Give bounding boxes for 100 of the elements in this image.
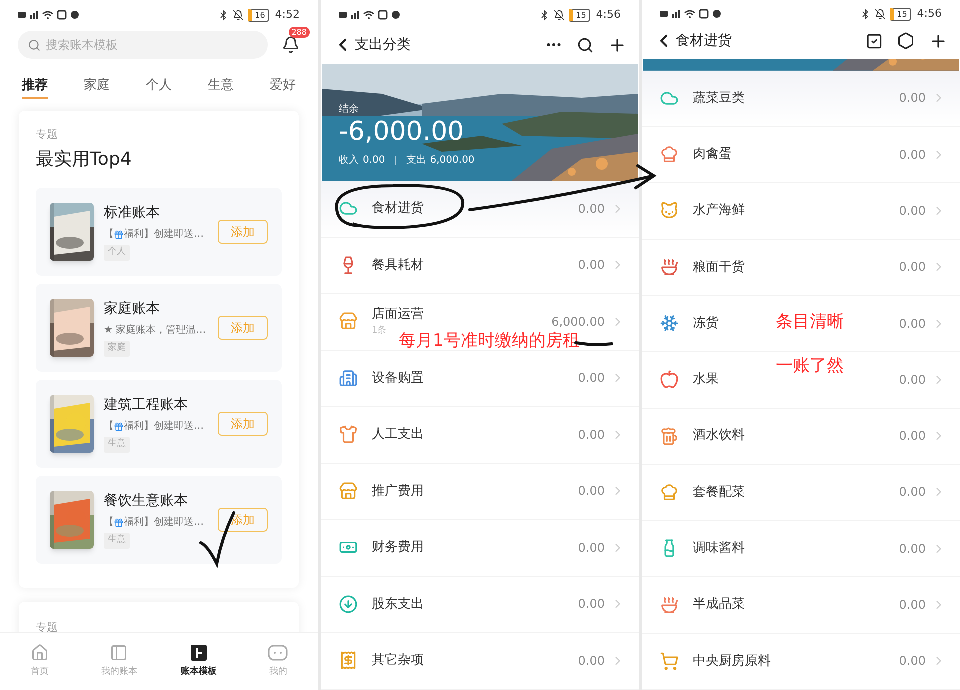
- category-tab[interactable]: 生意: [208, 76, 234, 98]
- settings-icon[interactable]: [897, 32, 915, 50]
- category-row[interactable]: 食材进货 0.00: [321, 181, 639, 238]
- category-amount: 0.00: [899, 372, 926, 389]
- category-tab[interactable]: 爱好: [270, 76, 296, 98]
- category-name: 肉禽蛋: [693, 146, 732, 164]
- battery-indicator: 15: [569, 8, 590, 22]
- gift-icon: [114, 230, 124, 240]
- category-name: 水果: [693, 371, 719, 390]
- expense-amount: 6,000.00: [430, 154, 475, 168]
- category-row[interactable]: 粮面干货 0.00: [642, 240, 960, 296]
- section-title: 最实用Top4: [36, 148, 133, 172]
- template-tag: 生意: [104, 437, 130, 453]
- nav-item[interactable]: 账本模板: [168, 644, 229, 680]
- category-tab[interactable]: 推荐: [22, 76, 48, 98]
- template-item[interactable]: 标准账本 【 福利】创建即送… 个人 添加: [36, 188, 282, 276]
- circle-arrow-down-icon: [339, 594, 358, 614]
- category-row[interactable]: 设备购置 0.00: [321, 350, 639, 407]
- template-title: 建筑工程账本: [104, 396, 189, 416]
- category-name: 财务费用: [372, 539, 424, 557]
- clock-time: 4:56: [917, 6, 942, 22]
- category-row[interactable]: 推广费用 0.00: [321, 464, 639, 520]
- template-title: 标准账本: [104, 204, 161, 224]
- chef-hat-icon: [660, 482, 679, 502]
- entry-count: 1条: [372, 324, 387, 338]
- cat-icon: [660, 201, 679, 220]
- category-tab[interactable]: 个人: [146, 76, 172, 98]
- category-name: 半成品菜: [693, 596, 745, 614]
- page-title: 食材进货: [676, 32, 732, 51]
- category-name: 蔬菜豆类: [693, 90, 745, 108]
- gift-icon: [114, 518, 124, 528]
- bell-icon[interactable]: [282, 36, 300, 54]
- bell-off-icon: [875, 8, 886, 20]
- bluetooth-icon: [860, 8, 872, 20]
- page-title: 支出分类: [355, 36, 411, 54]
- category-amount: 0.00: [899, 653, 926, 670]
- description-bracket: 【: [104, 228, 114, 242]
- category-amount: 0.00: [899, 146, 926, 164]
- template-title: 餐饮生意账本: [104, 492, 189, 512]
- chef-hat-icon: [660, 145, 679, 164]
- store-icon: [339, 482, 358, 501]
- search-field[interactable]: 搜索账本模板: [18, 31, 268, 59]
- category-name: 酒水饮料: [693, 427, 745, 446]
- template-description: 福利】创建即送…: [124, 516, 204, 530]
- category-amount: 0.00: [578, 370, 605, 388]
- category-amount: 0.00: [578, 200, 605, 218]
- snowflake-icon: [660, 314, 679, 334]
- category-row[interactable]: 中央厨房原料 0.00: [642, 634, 960, 690]
- category-row[interactable]: 蔬菜豆类 0.00: [642, 70, 960, 128]
- search-icon: [28, 38, 41, 52]
- bluetooth-icon: [539, 10, 550, 20]
- category-tab[interactable]: 家庭: [84, 76, 110, 98]
- category-name: 套餐配菜: [693, 484, 745, 502]
- category-amount: 0.00: [899, 597, 926, 614]
- category-amount: 0.00: [578, 483, 605, 500]
- category-name: 其它杂项: [372, 652, 424, 670]
- description-bracket: 【: [104, 420, 114, 434]
- category-name: 店面运营: [372, 306, 424, 324]
- category-name: 设备购置: [372, 370, 424, 388]
- category-name: 食材进货: [372, 200, 424, 218]
- category-amount: 0.00: [899, 428, 926, 446]
- section-heading: 专题: [36, 620, 59, 636]
- category-amount: 0.00: [899, 259, 926, 276]
- shirt-icon: [339, 425, 358, 444]
- cart-icon: [660, 652, 679, 671]
- house-icon: [339, 312, 358, 332]
- battery-indicator: 15: [890, 8, 912, 21]
- book-icon: [110, 644, 128, 662]
- balance-label: 结余: [339, 102, 360, 117]
- category-amount: 0.00: [899, 484, 926, 502]
- annotation-text: 一账了然: [776, 355, 844, 378]
- category-name: 粮面干货: [693, 258, 745, 277]
- search-icon[interactable]: [577, 36, 594, 54]
- category-amount: 0.00: [899, 540, 926, 558]
- home-icon: [30, 644, 49, 662]
- category-row[interactable]: 酒水饮料 0.00: [642, 408, 960, 465]
- apple-icon: [660, 370, 679, 390]
- mug-icon: [660, 426, 679, 446]
- category-amount: 0.00: [899, 316, 926, 333]
- checkbox-icon[interactable]: [866, 32, 883, 50]
- clock-time: 4:56: [596, 6, 621, 23]
- template-description: 福利】创建即送…: [124, 228, 204, 242]
- template-tag: 家庭: [104, 341, 130, 357]
- template-item[interactable]: 建筑工程账本 【 福利】创建即送… 生意 添加: [36, 380, 282, 468]
- category-amount: 0.00: [578, 652, 605, 670]
- category-name: 人工支出: [372, 426, 424, 444]
- category-name: 冻货: [693, 314, 719, 333]
- expense-label: 支出: [406, 154, 426, 168]
- clock-time: 4:52: [275, 6, 300, 23]
- section-heading: 专题: [36, 126, 59, 142]
- category-row[interactable]: 股东支出 0.00: [321, 576, 639, 633]
- category-amount: 0.00: [578, 426, 605, 444]
- chat-box-icon: [268, 644, 288, 662]
- category-name: 水产海鲜: [693, 202, 745, 220]
- template-item[interactable]: 家庭账本 ★ 家庭账本，管理温… 家庭 添加: [36, 284, 282, 372]
- notification-badge: 288: [288, 27, 310, 38]
- category-row[interactable]: 餐具耗材 0.00: [321, 238, 639, 294]
- bowl-icon: [660, 258, 679, 277]
- search-input[interactable]: 搜索账本模板: [46, 36, 258, 54]
- category-name: 餐具耗材: [372, 256, 424, 274]
